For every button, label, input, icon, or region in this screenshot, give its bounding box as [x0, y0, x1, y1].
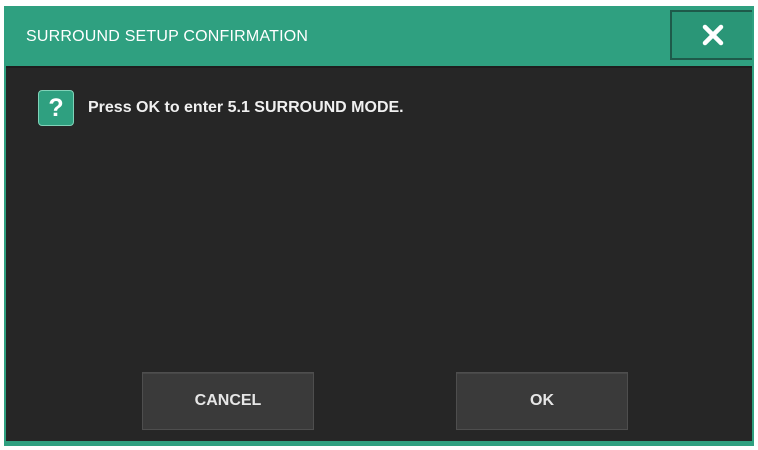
surround-setup-dialog: SURROUND SETUP CONFIRMATION ? Press OK t… — [4, 6, 754, 446]
cancel-button[interactable]: CANCEL — [142, 372, 314, 430]
dialog-titlebar: SURROUND SETUP CONFIRMATION — [6, 8, 752, 66]
dialog-body: ? Press OK to enter 5.1 SURROUND MODE. C… — [6, 66, 752, 444]
close-button[interactable] — [670, 10, 752, 60]
confirmation-message: Press OK to enter 5.1 SURROUND MODE. — [88, 99, 404, 116]
dialog-title: SURROUND SETUP CONFIRMATION — [26, 28, 309, 45]
question-icon: ? — [38, 90, 74, 126]
ok-button[interactable]: OK — [456, 372, 628, 430]
bottom-accent-line — [6, 441, 752, 444]
close-icon — [702, 24, 724, 46]
message-row: ? Press OK to enter 5.1 SURROUND MODE. — [38, 90, 404, 126]
